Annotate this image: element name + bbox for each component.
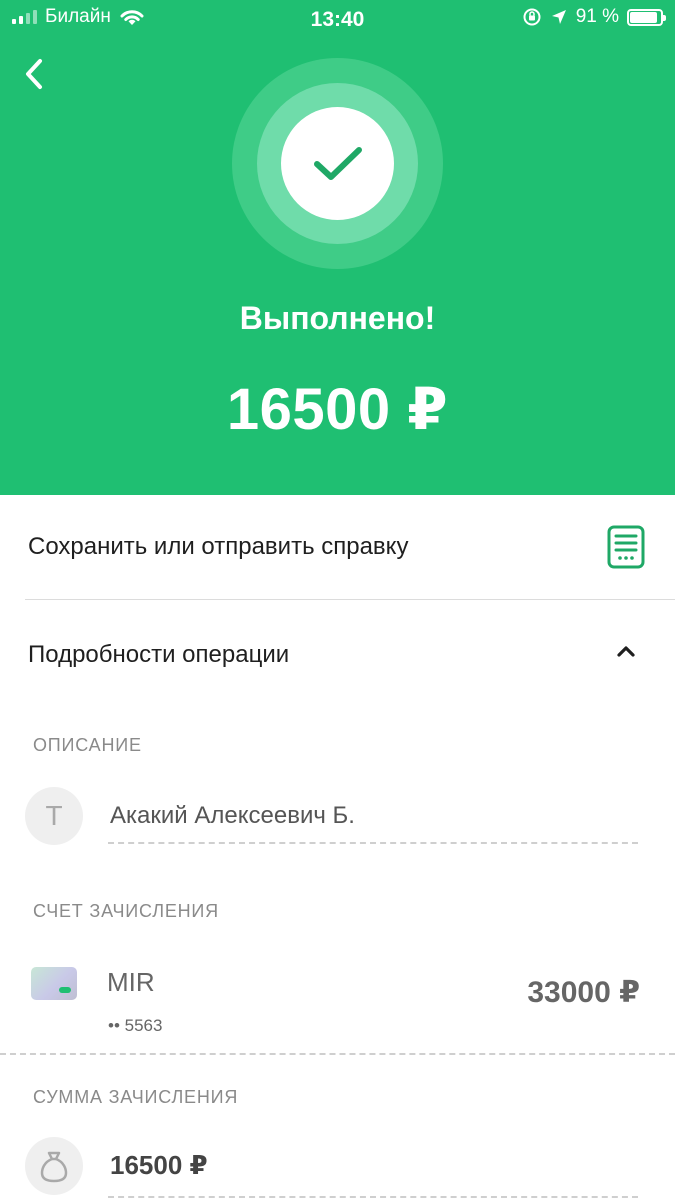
card-name: MIR (107, 967, 155, 997)
account-section-label: СЧЕТ ЗАЧИСЛЕНИЯ (33, 901, 219, 921)
operation-amount: 16500 ₽ (226, 377, 449, 442)
save-receipt-label: Сохранить или отправить справку (28, 533, 409, 560)
location-icon (551, 10, 566, 24)
status-right: 91 % (522, 6, 666, 28)
recipient-name: Акакий Алексеевич Б. (110, 802, 355, 829)
operation-details-label: Подробности операции (28, 641, 290, 668)
money-bag-avatar (25, 1137, 83, 1195)
account-divider (0, 1053, 675, 1055)
card-icon (31, 967, 77, 1000)
chevron-up-icon[interactable] (615, 643, 637, 659)
success-badge (232, 58, 443, 269)
save-receipt-button[interactable]: Сохранить или отправить справку (0, 495, 675, 600)
credit-section-label: СУММА ЗАЧИСЛЕНИЯ (33, 1087, 239, 1107)
battery-percent: 91 % (575, 6, 619, 27)
success-header: Билайн 13:40 91 % Выполнено! 16500 ₽ (0, 0, 675, 495)
money-bag-icon (40, 1151, 68, 1183)
battery-icon (627, 8, 666, 26)
card-number-mask: •• 5563 (108, 1016, 163, 1035)
back-button[interactable] (18, 55, 54, 95)
description-section-label: ОПИСАНИЕ (33, 735, 142, 755)
divider (25, 599, 675, 600)
checkmark-icon (313, 146, 362, 180)
operation-details-toggle[interactable]: Подробности операции (0, 605, 675, 700)
recipient-avatar: Т (25, 787, 83, 845)
chevron-left-icon (26, 59, 42, 89)
credit-amount: 16500 ₽ (110, 1150, 208, 1180)
card-balance: 33000 ₽ (527, 976, 640, 1009)
status-bar: Билайн 13:40 91 % (0, 0, 675, 40)
recipient-underline (108, 842, 638, 844)
operation-status-title: Выполнено! (239, 300, 436, 336)
recipient-initial: Т (45, 800, 63, 831)
document-icon (607, 525, 645, 569)
credit-underline (108, 1196, 638, 1198)
rotation-lock-icon (523, 8, 541, 26)
